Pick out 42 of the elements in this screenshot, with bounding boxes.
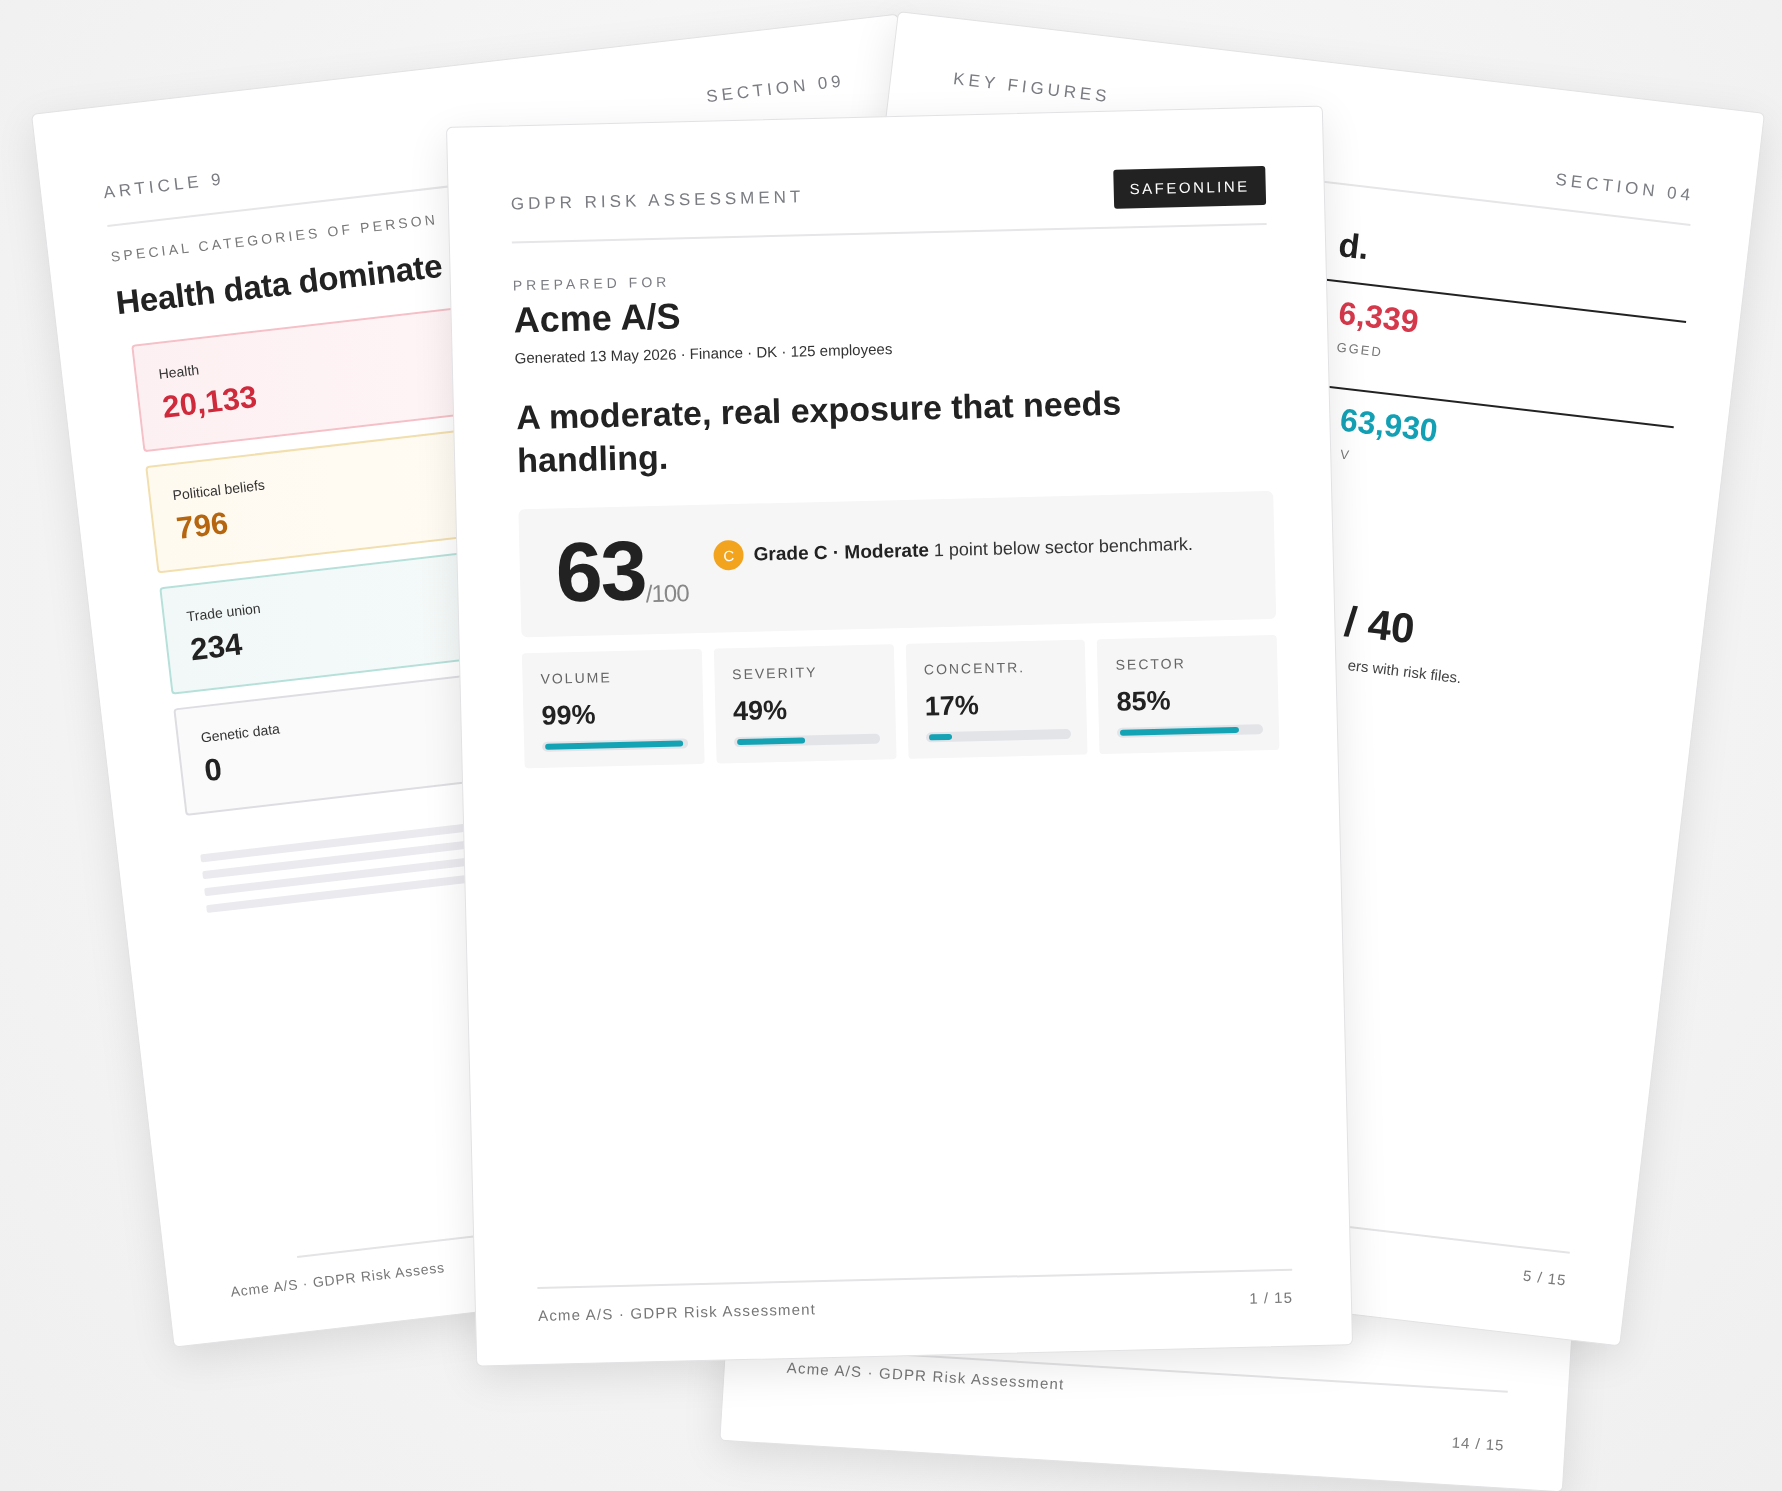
ratio-value: / 40 <box>1342 597 1419 655</box>
ratio-caption: ers with risk files. <box>1346 656 1464 689</box>
page-heading: d. <box>1336 225 1373 269</box>
brand-badge: SAFEONLINE <box>1113 166 1267 209</box>
metric-label: CONCENTR. <box>923 658 1027 678</box>
category-count: 0 <box>202 750 225 790</box>
section-label: SECTION 09 <box>705 71 846 108</box>
score-max: /100 <box>645 579 689 609</box>
metric-value: 17% <box>924 689 981 723</box>
headline: A moderate, real exposure that needs handling. <box>515 382 1123 481</box>
category-label: Health <box>157 360 201 382</box>
page-label: KEY FIGURES <box>952 69 1112 108</box>
grade-summary: Grade C · Moderate 1 point below sector benchmark. <box>753 532 1194 566</box>
metric-label: SECTOR <box>1115 654 1187 673</box>
category-count: 20,133 <box>160 379 260 426</box>
figure-value: 63,930 <box>1338 401 1441 449</box>
metric-label: SEVERITY <box>732 663 819 683</box>
page-number: 14 / 15 <box>1451 1433 1505 1454</box>
page-footer: Acme A/S · GDPR Risk Assessment <box>537 1300 817 1325</box>
category-label: Trade union <box>185 598 263 625</box>
figure-caption: GGED <box>1335 339 1385 362</box>
page-number: 5 / 15 <box>1521 1265 1568 1289</box>
page-footer: Acme A/S · GDPR Risk Assess <box>229 1197 976 1300</box>
category-count: 796 <box>174 504 231 547</box>
grade-badge: C <box>713 539 745 571</box>
metric-value: 99% <box>541 698 597 732</box>
category-label: Genetic data <box>199 719 282 746</box>
report-title: GDPR RISK ASSESSMENT <box>510 186 805 214</box>
category-label: Political beliefs <box>171 475 267 504</box>
metric-label: VOLUME <box>540 668 613 687</box>
prepared-label: PREPARED FOR <box>512 272 672 294</box>
page-number: 1 / 15 <box>1249 1288 1294 1307</box>
page-label: ARTICLE 9 <box>102 169 226 204</box>
category-count: 234 <box>188 625 246 669</box>
figure-caption: V <box>1339 446 1353 465</box>
section-label: SECTION 04 <box>1554 169 1695 207</box>
page-footer: Acme A/S · GDPR Risk Assessment <box>786 1358 1065 1393</box>
figure-value: 6,339 <box>1336 294 1422 342</box>
score-value: 63 <box>554 528 647 615</box>
metric-value: 85% <box>1116 684 1172 718</box>
report-meta: Generated 13 May 2026 · Finance · DK · 125 employees <box>514 339 894 367</box>
metric-value: 49% <box>732 693 789 728</box>
